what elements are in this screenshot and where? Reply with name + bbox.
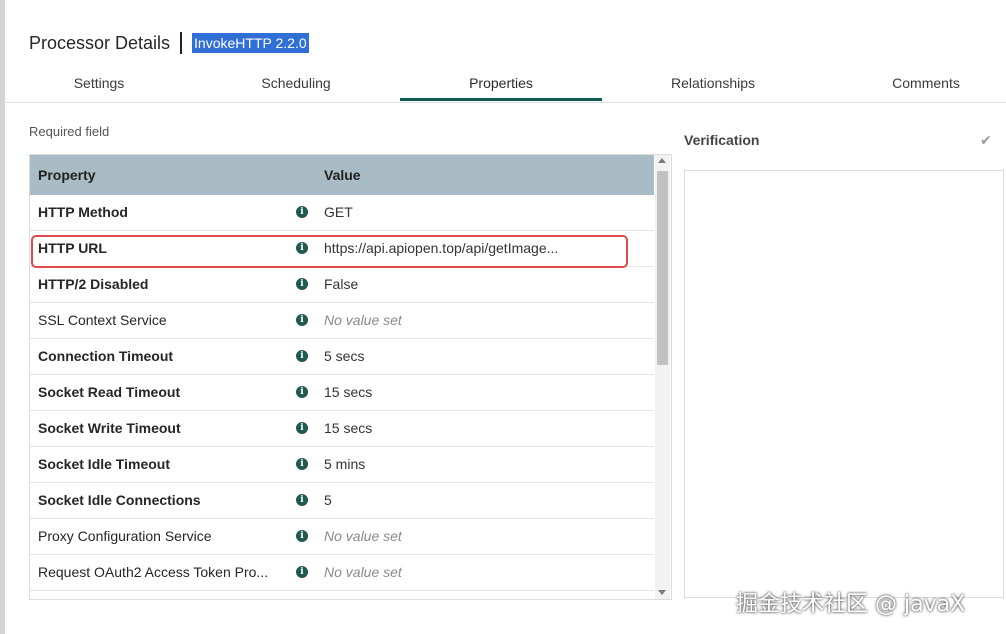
check-icon: ✔ <box>980 132 992 148</box>
table-row[interactable]: Socket Idle Connections i 5 <box>30 483 654 519</box>
dialog-title-row: Processor Details InvokeHTTP 2.2.0 <box>29 30 309 56</box>
property-name: HTTP Method <box>38 204 128 220</box>
property-value[interactable]: No value set <box>324 555 594 590</box>
info-icon[interactable]: i <box>296 422 308 434</box>
info-icon[interactable]: i <box>296 530 308 542</box>
verification-panel <box>684 170 1004 598</box>
info-icon[interactable]: i <box>296 314 308 326</box>
tab-properties[interactable]: Properties <box>399 66 603 100</box>
property-name: Request OAuth2 Access Token Pro... <box>38 564 269 580</box>
property-value[interactable]: No value set <box>324 303 594 338</box>
property-value[interactable]: GET <box>324 195 594 230</box>
table-row[interactable]: HTTP Method i GET <box>30 195 654 231</box>
table-scrollbar[interactable] <box>655 155 670 599</box>
property-name: Connection Timeout <box>38 348 174 364</box>
column-header-value[interactable]: Value <box>324 155 361 195</box>
table-row[interactable]: Connection Timeout i 5 secs <box>30 339 654 375</box>
table-row[interactable]: HTTP/2 Disabled i False <box>30 267 654 303</box>
property-name: Socket Idle Timeout <box>38 456 170 472</box>
property-value[interactable]: False <box>324 267 594 302</box>
scroll-down-arrow-icon[interactable] <box>658 590 666 595</box>
column-header-property[interactable]: Property <box>38 155 96 195</box>
property-value[interactable]: 15 secs <box>324 411 594 446</box>
tab-settings[interactable]: Settings <box>5 66 193 100</box>
tab-bar: Settings Scheduling Properties Relations… <box>5 66 1006 103</box>
property-name: Socket Read Timeout <box>38 384 181 400</box>
table-row[interactable]: Socket Read Timeout i 15 secs <box>30 375 654 411</box>
table-row[interactable]: Socket Write Timeout i 15 secs <box>30 411 654 447</box>
tab-scheduling[interactable]: Scheduling <box>193 66 399 100</box>
info-icon[interactable]: i <box>296 350 308 362</box>
processor-version: InvokeHTTP 2.2.0 <box>192 33 309 53</box>
property-name: Socket Write Timeout <box>38 420 181 436</box>
properties-table: Property Value HTTP Method i GET HTTP URL i h… <box>29 154 672 600</box>
property-value[interactable]: No value set <box>324 519 594 554</box>
tab-comments[interactable]: Comments <box>823 66 1006 100</box>
property-name: Socket Idle Connections <box>38 492 201 508</box>
table-row[interactable]: Socket Idle Timeout i 5 mins <box>30 447 654 483</box>
info-icon[interactable]: i <box>296 206 308 218</box>
table-header: Property Value <box>30 155 654 195</box>
dialog-title: Processor Details <box>29 32 171 53</box>
info-icon[interactable]: i <box>296 386 308 398</box>
watermark: 掘金技术社区 @ javaX <box>736 592 966 617</box>
scroll-up-arrow-icon[interactable] <box>658 158 666 163</box>
info-icon[interactable]: i <box>296 458 308 470</box>
annotation-highlight-box <box>31 235 628 268</box>
active-tab-indicator <box>400 98 602 101</box>
property-name: SSL Context Service <box>38 312 167 328</box>
property-value[interactable]: 5 <box>324 483 594 518</box>
tab-relationships[interactable]: Relationships <box>603 66 823 100</box>
property-value[interactable]: 5 mins <box>324 447 594 482</box>
info-icon[interactable]: i <box>296 278 308 290</box>
property-name: Proxy Configuration Service <box>38 528 212 544</box>
property-name: HTTP/2 Disabled <box>38 276 149 292</box>
property-value[interactable]: 5 secs <box>324 339 594 374</box>
info-icon[interactable]: i <box>296 494 308 506</box>
table-row[interactable]: SSL Context Service i No value set <box>30 303 654 339</box>
required-field-label: Required field <box>29 124 110 139</box>
info-icon[interactable]: i <box>296 566 308 578</box>
property-value[interactable]: 15 secs <box>324 375 594 410</box>
title-separator <box>180 32 183 54</box>
table-row[interactable]: Proxy Configuration Service i No value set <box>30 519 654 555</box>
verification-label: Verification <box>684 132 760 148</box>
table-row[interactable]: Request OAuth2 Access Token Pro... i No va… <box>30 555 654 591</box>
scroll-thumb[interactable] <box>657 171 668 365</box>
